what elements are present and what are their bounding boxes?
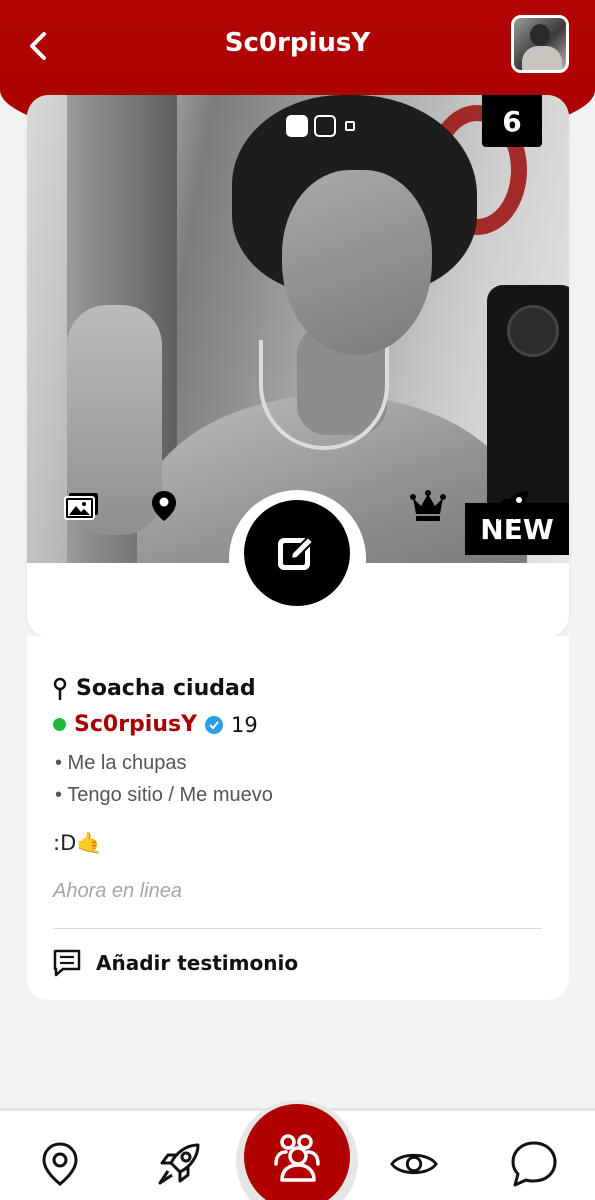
gallery-button[interactable]	[62, 488, 102, 524]
username: Sc0rpiusY	[74, 712, 198, 737]
divider	[53, 928, 542, 929]
premium-button[interactable]	[408, 488, 448, 524]
crown-icon	[410, 490, 446, 521]
avatar[interactable]	[511, 15, 569, 73]
nav-map[interactable]	[36, 1140, 84, 1188]
map-pin-icon	[42, 1142, 78, 1186]
location-row: Soacha ciudad	[52, 676, 256, 701]
nav-views[interactable]	[390, 1140, 438, 1188]
nav-people[interactable]	[244, 1104, 350, 1200]
map-pin-outline-icon	[53, 677, 67, 700]
eye-icon	[390, 1153, 438, 1175]
location-text: Soacha ciudad	[76, 676, 256, 701]
slide-dot[interactable]	[286, 115, 308, 137]
edit-profile-button[interactable]	[244, 500, 350, 606]
rocket-icon	[498, 491, 528, 521]
slide-dot[interactable]	[345, 121, 355, 131]
name-row: Sc0rpiusY 19	[53, 712, 258, 737]
boost-button[interactable]	[493, 488, 533, 524]
chat-bubble-icon	[511, 1141, 557, 1187]
online-status: Ahora en linea	[53, 880, 182, 902]
photo-slide-indicator[interactable]	[286, 115, 355, 137]
tag-item: • Tengo sitio / Me muevo	[55, 784, 273, 806]
bio-text: :D🤙	[53, 831, 103, 855]
online-indicator	[53, 718, 66, 731]
rocket-icon	[158, 1143, 200, 1185]
edit-icon	[278, 535, 315, 570]
age: 19	[231, 712, 258, 737]
gallery-icon	[64, 493, 98, 520]
nav-boost[interactable]	[155, 1140, 203, 1188]
add-testimonial-button[interactable]: Añadir testimonio	[52, 948, 298, 978]
photo-count-badge: 6	[482, 95, 542, 147]
nav-chat[interactable]	[510, 1140, 558, 1188]
location-button[interactable]	[144, 488, 184, 524]
slide-dot[interactable]	[314, 115, 336, 137]
users-icon	[274, 1134, 320, 1182]
page-title: Sc0rpiusY	[224, 28, 371, 58]
verified-icon	[205, 715, 224, 734]
tag-item: • Me la chupas	[55, 752, 187, 774]
comment-icon	[53, 949, 81, 977]
add-testimonial-label: Añadir testimonio	[96, 951, 299, 975]
location-pin-icon	[152, 491, 176, 521]
